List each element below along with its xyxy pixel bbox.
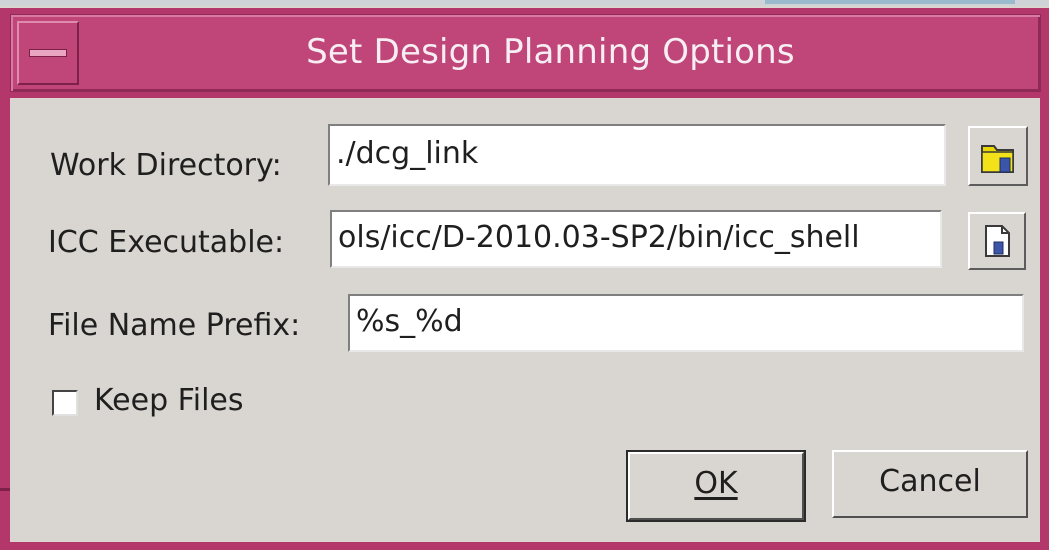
icc-executable-label: ICC Executable: [48,225,285,260]
desktop-top-edge [0,0,1049,6]
ok-button[interactable]: OK [626,450,806,522]
background-window-edge [765,0,1015,4]
work-directory-label: Work Directory: [50,148,282,183]
folder-open-icon [981,145,1014,173]
title-bar[interactable]: Set Design Planning Options [10,14,1041,92]
file-name-prefix-label: File Name Prefix: [48,308,301,343]
window-title: Set Design Planning Options [306,32,795,72]
window-menu-icon [29,49,67,57]
work-directory-browse-button[interactable] [968,126,1028,186]
dialog-content: Work Directory: ./dcg_link ICC Executabl… [10,98,1040,542]
window-left-border [0,8,10,550]
icc-executable-field[interactable]: ols/icc/D-2010.03-SP2/bin/icc_shell [330,210,942,268]
file-open-icon [985,225,1010,257]
file-name-prefix-field[interactable]: %s_%d [348,294,1024,352]
keep-files-checkbox[interactable] [52,390,78,416]
ok-button-label: OK [694,466,738,501]
work-directory-field[interactable]: ./dcg_link [328,124,946,186]
cancel-button[interactable]: Cancel [832,450,1028,518]
resize-grip [0,488,10,491]
window-menu-button[interactable] [17,21,79,85]
icc-executable-browse-button[interactable] [968,212,1026,270]
keep-files-label[interactable]: Keep Files [94,381,244,421]
dialog-window: Set Design Planning Options Work Directo… [0,8,1049,550]
